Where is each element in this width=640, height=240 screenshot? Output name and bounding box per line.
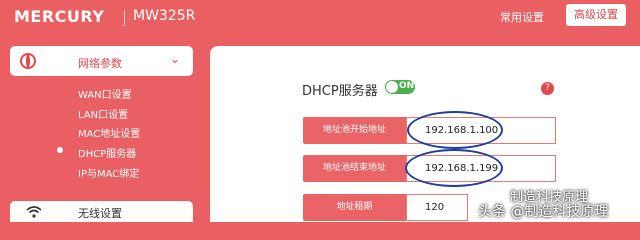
sidebar-item-dhcp[interactable]: DHCP服务器 <box>78 145 136 160</box>
globe-icon <box>20 53 36 69</box>
active-indicator <box>57 147 63 153</box>
end-address-label: 地址池结束地址 <box>303 155 406 182</box>
logo-divider <box>124 10 125 26</box>
model-name: MW325R <box>133 8 196 24</box>
common-settings-link[interactable]: 常用设置 <box>500 9 544 25</box>
wifi-icon <box>26 206 42 218</box>
lease-time-input[interactable]: 120 <box>406 194 468 221</box>
sidebar-item-mac[interactable]: MAC地址设置 <box>78 125 140 140</box>
sidebar-item-ip-mac-binding[interactable]: IP与MAC绑定 <box>78 165 139 180</box>
help-icon[interactable]: ? <box>541 82 554 95</box>
brand-logo: MERCURY <box>14 7 105 26</box>
start-address-label: 地址池开始地址 <box>303 117 406 144</box>
chevron-down-icon[interactable]: ⌄ <box>170 52 180 66</box>
annotation-oval-start <box>407 111 503 149</box>
toggle-knob <box>386 81 398 93</box>
toggle-label: ON <box>399 81 415 91</box>
sidebar-item-lan[interactable]: LAN口设置 <box>78 106 128 121</box>
annotation-oval-end <box>405 149 503 187</box>
watermark-line2: 头条 @制造科技原理 <box>478 204 609 220</box>
watermark-icon <box>491 186 505 200</box>
page-title: DHCP服务器 <box>302 84 378 99</box>
lease-time-label: 地址租期 <box>303 194 406 221</box>
sidebar-item-label: 无线设置 <box>78 207 122 220</box>
sidebar-item-wan[interactable]: WAN口设置 <box>78 86 132 101</box>
sidebar-item-label: 网络参数 <box>78 57 122 70</box>
advanced-settings-button[interactable]: 高级设置 <box>566 4 626 26</box>
